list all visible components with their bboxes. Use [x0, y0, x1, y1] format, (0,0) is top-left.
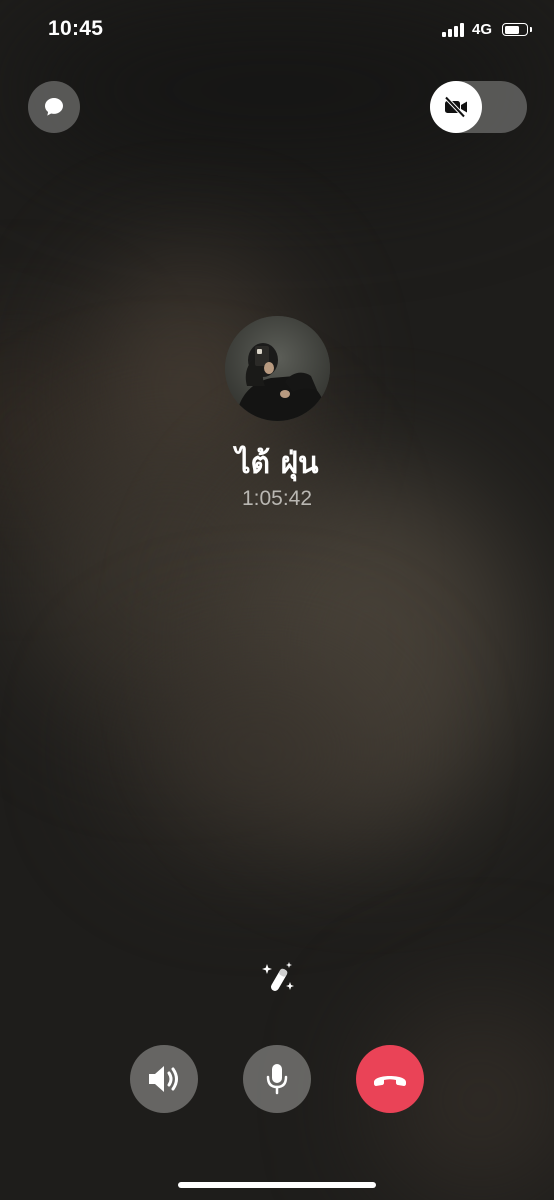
home-indicator[interactable]: [178, 1182, 376, 1188]
end-call-icon: [374, 1076, 406, 1086]
network-type: 4G: [471, 21, 492, 38]
signal-icon: [441, 22, 464, 37]
microphone-button[interactable]: [243, 1045, 311, 1113]
chat-bubble-icon: [45, 98, 63, 116]
video-off-icon: [444, 96, 467, 118]
avatar-photo: [225, 316, 330, 421]
blurred-video-background: [0, 0, 554, 1200]
video-toggle-knob[interactable]: [430, 81, 482, 133]
status-bar: 10:45 4G: [0, 0, 554, 60]
effects-button[interactable]: [257, 956, 301, 1000]
video-toggle[interactable]: [430, 81, 527, 133]
end-call-button[interactable]: [356, 1045, 424, 1113]
status-time: 10:45: [48, 17, 104, 40]
caller-avatar: [225, 316, 330, 421]
microphone-icon: [266, 1064, 288, 1095]
status-indicators: 4G: [441, 21, 532, 38]
battery-icon: [502, 23, 532, 36]
caller-name: ไต้ ฝุ่น: [235, 446, 319, 481]
chat-button[interactable]: [28, 81, 80, 133]
magic-wand-sparkles-icon: [262, 962, 294, 991]
call-duration: 1:05:42: [241, 487, 313, 510]
speaker-icon: [149, 1066, 178, 1092]
call-screen: 10:45 4G ไต้ ฝุ่น 1:05:42: [0, 0, 554, 1200]
speaker-button[interactable]: [130, 1045, 198, 1113]
